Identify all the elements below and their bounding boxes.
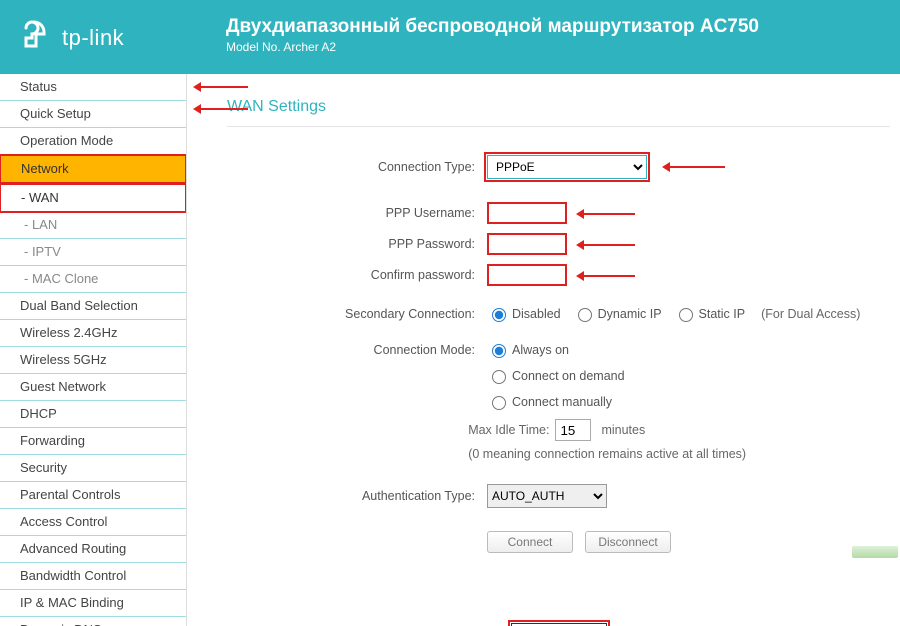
mode-demand-radio[interactable] xyxy=(492,370,506,384)
model-number: Model No. Archer A2 xyxy=(226,40,880,54)
sidebar-item-dual-band-selection[interactable]: Dual Band Selection xyxy=(0,293,186,320)
page-title: WAN Settings xyxy=(227,98,890,116)
mode-manual-radio[interactable] xyxy=(492,396,506,410)
label-ppp-username: PPP Username: xyxy=(227,206,487,220)
product-name: Двухдиапазонный беспроводной маршрутизат… xyxy=(226,16,880,38)
sidebar-item-parental-controls[interactable]: Parental Controls xyxy=(0,482,186,509)
sidebar-item-wan[interactable]: - WAN xyxy=(0,183,187,213)
label-secondary-connection: Secondary Connection: xyxy=(227,307,487,321)
ppp-username-input[interactable] xyxy=(487,202,567,224)
brand: tp-link xyxy=(16,20,124,56)
label-confirm-password: Confirm password: xyxy=(227,268,487,282)
label-auth-type: Authentication Type: xyxy=(227,489,487,503)
sidebar-item-dynamic-dns[interactable]: Dynamic DNS xyxy=(0,617,186,626)
sidebar-item-bandwidth-control[interactable]: Bandwidth Control xyxy=(0,563,186,590)
confirm-password-input[interactable] xyxy=(487,264,567,286)
annotation-arrow xyxy=(665,166,725,168)
mode-always-option[interactable]: Always on xyxy=(487,341,569,358)
secondary-disabled-radio[interactable] xyxy=(492,308,506,322)
product-title: Двухдиапазонный беспроводной маршрутизат… xyxy=(226,16,880,54)
label-connection-mode: Connection Mode: xyxy=(227,343,487,357)
sidebar-item-quick-setup[interactable]: Quick Setup xyxy=(0,101,186,128)
sidebar-item-status[interactable]: Status xyxy=(0,74,186,101)
sidebar-item-network[interactable]: Network xyxy=(0,154,187,184)
sidebar-nav: StatusQuick SetupOperation ModeNetwork- … xyxy=(0,74,187,626)
brand-name: tp-link xyxy=(62,25,124,51)
annotation-arrow xyxy=(579,213,635,215)
annotation-arrow xyxy=(579,275,635,277)
secondary-disabled-option[interactable]: Disabled xyxy=(487,305,561,322)
sidebar-item-access-control[interactable]: Access Control xyxy=(0,509,186,536)
label-ppp-password: PPP Password: xyxy=(227,237,487,251)
mode-always-radio[interactable] xyxy=(492,344,506,358)
sidebar-item-security[interactable]: Security xyxy=(0,455,186,482)
separator xyxy=(227,126,890,127)
minutes-label: minutes xyxy=(601,423,645,437)
connect-button[interactable]: Connect xyxy=(487,531,573,553)
annotation-arrow xyxy=(579,244,635,246)
sidebar-item-wireless-2-4ghz[interactable]: Wireless 2.4GHz xyxy=(0,320,186,347)
sidebar-item-forwarding[interactable]: Forwarding xyxy=(0,428,186,455)
sidebar-item-wireless-5ghz[interactable]: Wireless 5GHz xyxy=(0,347,186,374)
sidebar-item-lan[interactable]: - LAN xyxy=(0,212,186,239)
sidebar-item-advanced-routing[interactable]: Advanced Routing xyxy=(0,536,186,563)
header-bar: tp-link Двухдиапазонный беспроводной мар… xyxy=(0,0,900,74)
secondary-static-radio[interactable] xyxy=(679,308,693,322)
main-content: WAN Settings Connection Type: PPPoE PPP … xyxy=(187,74,900,626)
label-connection-type: Connection Type: xyxy=(227,160,487,174)
sidebar-item-dhcp[interactable]: DHCP xyxy=(0,401,186,428)
idle-note: (0 meaning connection remains active at … xyxy=(468,447,746,461)
sidebar-item-operation-mode[interactable]: Operation Mode xyxy=(0,128,186,155)
secondary-static-option[interactable]: Static IP xyxy=(674,305,746,322)
mode-demand-option[interactable]: Connect on demand xyxy=(487,367,625,384)
auth-type-select[interactable]: AUTO_AUTH xyxy=(487,484,607,508)
sidebar-item-ip-mac-binding[interactable]: IP & MAC Binding xyxy=(0,590,186,617)
dual-access-note: (For Dual Access) xyxy=(761,307,860,321)
tplink-logo-icon xyxy=(16,20,52,56)
sidebar-item-iptv[interactable]: - IPTV xyxy=(0,239,186,266)
secondary-dynamic-radio[interactable] xyxy=(578,308,592,322)
connection-type-select[interactable]: PPPoE xyxy=(487,155,647,179)
sidebar-item-mac-clone[interactable]: - MAC Clone xyxy=(0,266,186,293)
watermark xyxy=(852,546,898,558)
disconnect-button[interactable]: Disconnect xyxy=(585,531,671,553)
ppp-password-input[interactable] xyxy=(487,233,567,255)
annotation-arrow xyxy=(196,108,248,110)
mode-manual-option[interactable]: Connect manually xyxy=(487,393,612,410)
annotation-arrow xyxy=(196,86,248,88)
max-idle-input[interactable] xyxy=(555,419,591,441)
secondary-dynamic-option[interactable]: Dynamic IP xyxy=(573,305,662,322)
sidebar-item-guest-network[interactable]: Guest Network xyxy=(0,374,186,401)
label-max-idle: Max Idle Time: xyxy=(468,423,549,437)
